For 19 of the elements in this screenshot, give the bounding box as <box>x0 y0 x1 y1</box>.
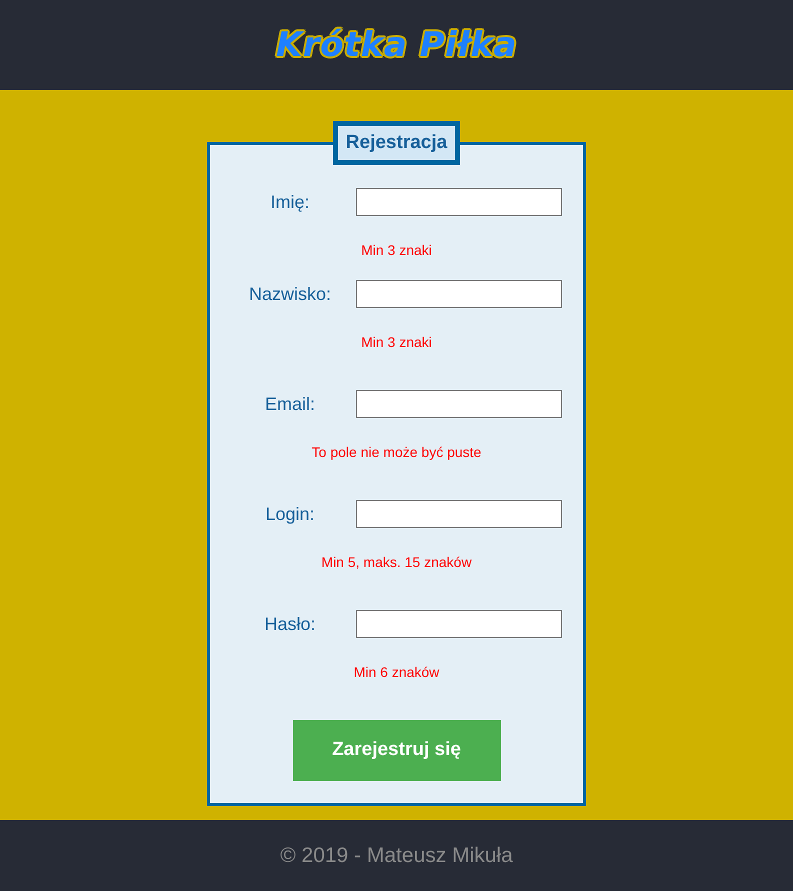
field-label: Imię: <box>269 190 310 214</box>
field-label: Nazwisko: <box>248 282 332 306</box>
input-field[interactable] <box>356 500 562 528</box>
input-field[interactable] <box>356 188 562 216</box>
validation-hint: Min 3 znaki <box>361 334 432 350</box>
field-label: Login: <box>264 502 316 526</box>
copyright-text: © 2019 - Mateusz Mikuła <box>280 842 513 869</box>
validation-hint: Min 5, maks. 15 znaków <box>321 554 472 570</box>
input-field[interactable] <box>356 280 562 308</box>
validation-hint: To pole nie może być puste <box>312 444 482 460</box>
site-title: Krótka Piłka <box>276 24 517 66</box>
register-button[interactable]: Zarejestruj się <box>292 720 500 781</box>
field-label: Hasło: <box>263 612 317 636</box>
validation-hint: Min 6 znaków <box>354 664 440 680</box>
validation-hint: Min 3 znaki <box>361 242 432 258</box>
form-legend: Rejestracja <box>332 121 460 165</box>
input-field[interactable] <box>356 610 562 638</box>
input-field[interactable] <box>356 390 562 418</box>
field-label: Email: <box>264 392 316 416</box>
